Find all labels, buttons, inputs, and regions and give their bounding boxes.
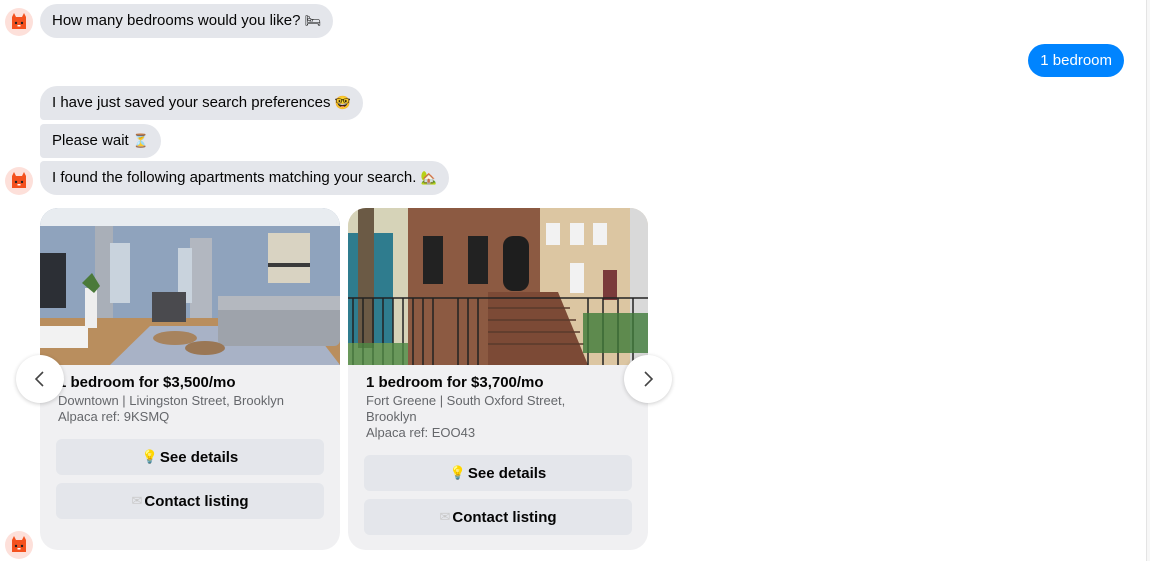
chevron-left-icon — [34, 371, 44, 387]
listing-title: 1 bedroom for $3,500/mo — [58, 374, 236, 391]
bed-icon: 🛏 — [304, 14, 322, 29]
house-garden-icon: 🏡 — [420, 171, 437, 186]
bot-message: I found the following apartments matchin… — [40, 161, 449, 195]
chevron-right-icon — [644, 371, 654, 387]
bot-message: Please wait ⏳ — [40, 124, 162, 158]
listing-card: 1 bedroom for $3,500/mo Downtown | Livin… — [40, 208, 340, 550]
user-message: 1 bedroom — [1028, 44, 1124, 77]
bot-avatar — [5, 531, 33, 559]
contact-listing-button[interactable]: ✉ Contact listing — [364, 499, 632, 535]
see-details-button[interactable]: 💡 See details — [56, 439, 324, 475]
nerd-face-icon: 🤓 — [334, 96, 351, 111]
bot-avatar — [5, 167, 33, 195]
carousel-prev-button[interactable] — [16, 355, 64, 403]
alpaca-icon — [12, 13, 26, 29]
contact-listing-button[interactable]: ✉ Contact listing — [56, 483, 324, 519]
bot-message: How many bedrooms would you like? 🛏 — [40, 4, 334, 38]
chat-thread: How many bedrooms would you like? 🛏 1 be… — [0, 0, 1146, 561]
alpaca-icon — [12, 172, 26, 188]
alpaca-icon — [12, 536, 26, 552]
envelope-icon: ✉ — [131, 493, 143, 509]
living-room-photo[interactable] — [40, 208, 340, 365]
bot-avatar — [5, 8, 33, 36]
hourglass-icon: ⏳ — [132, 134, 150, 149]
bot-message: I have just saved your search preference… — [40, 86, 363, 120]
envelope-icon: ✉ — [439, 509, 451, 525]
listing-info: 1 bedroom for $3,500/mo Downtown | Livin… — [40, 365, 340, 425]
listing-location: Fort Greene | South Oxford Street, — [366, 393, 566, 408]
see-details-button[interactable]: 💡 See details — [364, 455, 632, 491]
listing-ref: Alpaca ref: EOO43 — [366, 425, 476, 440]
light-bulb-icon: 💡 — [141, 449, 158, 465]
listing-info: 1 bedroom for $3,700/mo Fort Greene | So… — [348, 365, 648, 441]
listing-location-cont: Brooklyn — [366, 409, 417, 424]
brownstone-photo[interactable] — [348, 208, 648, 365]
listing-location: Downtown | Livingston Street, Brooklyn — [58, 393, 284, 408]
light-bulb-icon: 💡 — [449, 465, 466, 481]
listing-title: 1 bedroom for $3,700/mo — [366, 374, 544, 391]
listing-ref: Alpaca ref: 9KSMQ — [58, 409, 170, 424]
listing-card: 1 bedroom for $3,700/mo Fort Greene | So… — [348, 208, 648, 550]
carousel-next-button[interactable] — [624, 355, 672, 403]
